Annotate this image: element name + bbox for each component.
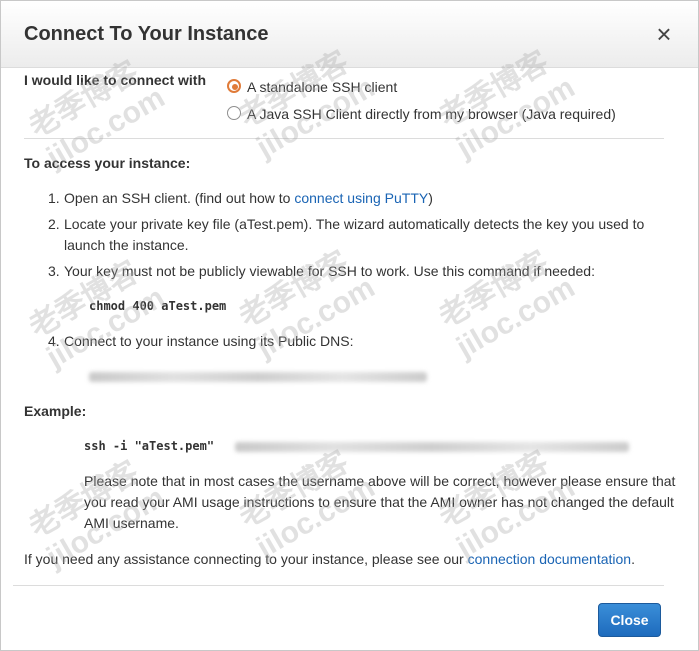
radio-label-ssh-client: A standalone SSH client	[247, 79, 398, 95]
step-4: 4. Connect to your instance using its Pu…	[48, 331, 668, 352]
dialog-header: Connect To Your Instance ×	[1, 1, 698, 68]
close-icon[interactable]: ×	[651, 21, 677, 47]
close-button[interactable]: Close	[598, 603, 661, 637]
step-3: 3. Your key must not be publicly viewabl…	[48, 261, 668, 282]
divider	[24, 138, 664, 139]
step-text: Connect to your instance using its Publi…	[64, 333, 354, 349]
step-1: 1. Open an SSH client. (find out how to …	[48, 188, 668, 209]
assistance-text: If you need any assistance connecting to…	[24, 551, 635, 567]
username-note: Please note that in most cases the usern…	[84, 473, 676, 531]
step-2: 2. Locate your private key file (aTest.p…	[48, 214, 668, 256]
step-text: Open an SSH client. (find out how to con…	[64, 190, 433, 206]
dialog-title: Connect To Your Instance	[24, 23, 269, 45]
footer-divider	[13, 585, 664, 586]
radio-button[interactable]	[227, 106, 241, 120]
radio-label-java-client: A Java SSH Client directly from my brows…	[247, 106, 616, 122]
example-title: Example:	[24, 403, 87, 419]
redacted-ssh-host	[235, 442, 629, 452]
step-number: 2.	[48, 216, 60, 232]
putty-link[interactable]: connect using PuTTY	[294, 190, 428, 206]
radio-button-selected[interactable]	[227, 79, 241, 93]
step-number: 3.	[48, 263, 60, 279]
connect-with-label: I would like to connect with	[24, 72, 207, 88]
connection-documentation-link[interactable]: connection documentation	[468, 551, 631, 567]
step-number: 1.	[48, 190, 60, 206]
ssh-command: ssh -i "aTest.pem"	[84, 439, 215, 453]
step-text: Locate your private key file (aTest.pem)…	[64, 216, 645, 253]
chmod-command: chmod 400 aTest.pem	[89, 299, 227, 313]
redacted-public-dns	[89, 372, 427, 382]
access-title: To access your instance:	[24, 155, 191, 171]
connect-dialog: Connect To Your Instance × I would like …	[0, 0, 699, 651]
step-number: 4.	[48, 333, 60, 349]
step-text: Your key must not be publicly viewable f…	[64, 263, 595, 279]
